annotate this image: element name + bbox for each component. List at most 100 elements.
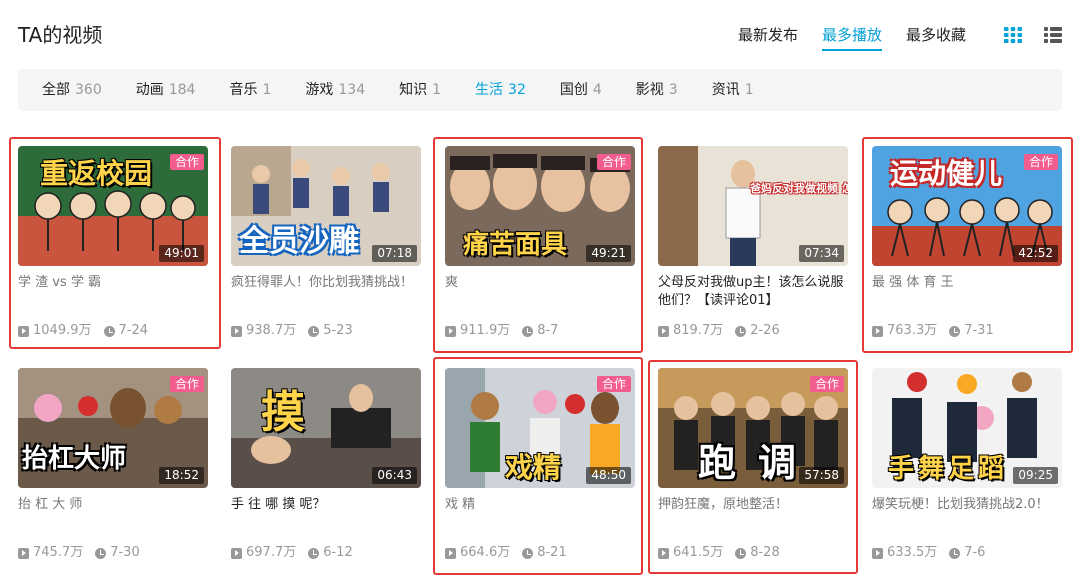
video-card[interactable]: 痛苦面具 合作 49:21 爽 911.9万 8-7 xyxy=(445,146,635,346)
clock-icon xyxy=(522,325,534,337)
tab-most-favorited[interactable]: 最多收藏 xyxy=(906,25,966,45)
video-meta: 745.7万 7-30 xyxy=(18,545,140,561)
play-count-icon xyxy=(658,547,669,559)
video-meta: 697.7万 6-12 xyxy=(231,545,353,561)
filter-count: 3 xyxy=(668,82,678,98)
video-meta: 819.7万 2-26 xyxy=(658,323,780,339)
duration-label: 48:50 xyxy=(586,467,631,484)
filter-knowledge[interactable]: 知识 1 xyxy=(399,81,441,99)
view-count: 641.5万 xyxy=(673,545,724,560)
filter-all[interactable]: 全部 360 xyxy=(42,81,102,99)
video-card[interactable]: 全员沙雕 07:18 疯狂得罪人！你比划我猜挑战！ 938.7万 5-23 xyxy=(231,146,421,346)
video-card[interactable]: 手舞足蹈 09:25 爆笑玩梗！比划我猜挑战2.0！ 633.5万 7-6 xyxy=(872,368,1062,568)
filter-name: 全部 xyxy=(42,82,70,98)
clock-icon xyxy=(949,547,961,559)
filter-news[interactable]: 资讯 1 xyxy=(712,81,754,99)
thumbnail-caption: 运动健儿 xyxy=(890,157,1003,190)
duration-label: 49:01 xyxy=(159,245,204,262)
collab-badge: 合作 xyxy=(596,376,631,392)
view-count: 633.5万 xyxy=(887,545,938,560)
duration-label: 42:52 xyxy=(1013,245,1058,262)
video-title[interactable]: 疯狂得罪人！你比划我猜挑战！ xyxy=(231,274,421,310)
video-thumbnail[interactable]: 重返校园 合作 49:01 xyxy=(18,146,208,266)
play-count-icon xyxy=(445,547,456,559)
publish-date: 7-6 xyxy=(964,545,986,560)
view-count: 938.7万 xyxy=(246,323,297,338)
publish-date: 7-31 xyxy=(964,323,994,338)
video-title[interactable]: 学 渣 vs 学 霸 xyxy=(18,274,208,310)
play-count-icon xyxy=(231,325,242,337)
filter-name: 生活 xyxy=(475,82,504,98)
play-count-icon xyxy=(658,325,669,337)
filter-name: 知识 xyxy=(399,82,428,98)
filter-name: 影视 xyxy=(635,82,664,98)
video-card[interactable]: 摸 06:43 手 往 哪 摸 呢？ 697.7万 6-12 xyxy=(231,368,421,568)
view-toggle xyxy=(1002,25,1064,45)
video-title[interactable]: 爆笑玩梗！比划我猜挑战2.0！ xyxy=(872,496,1062,532)
filter-guochuang[interactable]: 国创 4 xyxy=(560,81,602,99)
publish-date: 6-12 xyxy=(323,545,353,560)
video-meta: 1049.9万 7-24 xyxy=(18,323,148,339)
video-card[interactable]: 运动健儿 合作 42:52 最 强 体 育 王 763.3万 7-31 xyxy=(872,146,1062,346)
collab-badge: 合作 xyxy=(169,376,204,392)
duration-label: 07:18 xyxy=(372,245,417,262)
tab-most-played[interactable]: 最多播放 xyxy=(821,25,882,51)
filter-name: 游戏 xyxy=(305,82,334,98)
video-meta: 938.7万 5-23 xyxy=(231,323,353,339)
filter-music[interactable]: 音乐 1 xyxy=(229,81,271,99)
view-count: 697.7万 xyxy=(246,545,297,560)
video-title[interactable]: 手 往 哪 摸 呢？ xyxy=(231,496,421,532)
collab-badge: 合作 xyxy=(1023,154,1058,170)
video-meta: 633.5万 7-6 xyxy=(872,545,985,561)
video-card[interactable]: 重返校园 合作 49:01 学 渣 vs 学 霸 1049.9万 7-24 xyxy=(18,146,208,346)
video-thumbnail[interactable]: 抬杠大师 合作 18:52 xyxy=(18,368,208,488)
video-card[interactable]: 跑调 合作 57:58 押韵狂魔，原地整活！ 641.5万 8-28 xyxy=(658,368,848,568)
filter-film[interactable]: 影视 3 xyxy=(636,81,678,99)
duration-label: 57:58 xyxy=(799,467,844,484)
video-thumbnail[interactable]: 摸 06:43 xyxy=(231,368,421,488)
video-title[interactable]: 押韵狂魔，原地整活！ xyxy=(658,496,848,532)
video-thumbnail[interactable]: 运动健儿 合作 42:52 xyxy=(872,146,1062,266)
thumbnail-caption: 抬杠大师 xyxy=(22,444,127,474)
duration-label: 07:34 xyxy=(799,245,844,262)
clock-icon xyxy=(95,547,107,559)
video-title[interactable]: 抬 杠 大 师 xyxy=(18,496,208,532)
video-title[interactable]: 爽 xyxy=(445,274,635,310)
view-count: 911.9万 xyxy=(460,323,511,338)
play-count-icon xyxy=(18,325,29,337)
thumbnail-caption: 全员沙雕 xyxy=(239,224,359,259)
filter-life[interactable]: 生活 32 xyxy=(475,81,526,99)
grid-view-icon[interactable] xyxy=(1002,25,1024,45)
duration-label: 18:52 xyxy=(159,467,204,484)
view-count: 745.7万 xyxy=(33,545,84,560)
video-card[interactable]: 爸妈反对我做视频 怎么办！ 07:34 父母反对我做up主！该怎么说服他们？【读… xyxy=(658,146,848,346)
filter-game[interactable]: 游戏 134 xyxy=(305,81,365,99)
duration-label: 06:43 xyxy=(372,467,417,484)
duration-label: 09:25 xyxy=(1013,467,1058,484)
video-card[interactable]: 戏精 合作 48:50 戏 精 664.6万 8-21 xyxy=(445,368,635,568)
thumbnail-caption: 摸 xyxy=(261,387,305,438)
video-thumbnail[interactable]: 跑调 合作 57:58 xyxy=(658,368,848,488)
filter-count: 184 xyxy=(168,82,196,98)
video-title[interactable]: 最 强 体 育 王 xyxy=(872,274,1062,310)
video-thumbnail[interactable]: 手舞足蹈 09:25 xyxy=(872,368,1062,488)
collab-badge: 合作 xyxy=(596,154,631,170)
view-count: 763.3万 xyxy=(887,323,938,338)
filter-count: 1 xyxy=(262,82,272,98)
video-thumbnail[interactable]: 痛苦面具 合作 49:21 xyxy=(445,146,635,266)
video-thumbnail[interactable]: 戏精 合作 48:50 xyxy=(445,368,635,488)
thumbnail-caption: 爸妈反对我做视频 怎么办！ xyxy=(750,182,848,195)
clock-icon xyxy=(949,325,961,337)
tab-latest[interactable]: 最新发布 xyxy=(738,25,798,45)
filter-count: 32 xyxy=(508,82,526,98)
duration-label: 49:21 xyxy=(586,245,631,262)
list-view-icon[interactable] xyxy=(1042,25,1064,45)
filter-animation[interactable]: 动画 184 xyxy=(136,81,196,99)
video-thumbnail[interactable]: 爸妈反对我做视频 怎么办！ 07:34 xyxy=(658,146,848,266)
play-count-icon xyxy=(231,547,242,559)
video-title[interactable]: 戏 精 xyxy=(445,496,635,532)
video-thumbnail[interactable]: 全员沙雕 07:18 xyxy=(231,146,421,266)
video-title[interactable]: 父母反对我做up主！该怎么说服他们？【读评论01】 xyxy=(658,274,848,310)
video-card[interactable]: 抬杠大师 合作 18:52 抬 杠 大 师 745.7万 7-30 xyxy=(18,368,208,568)
order-tabs: 最新发布 最多播放 最多收藏 xyxy=(738,25,966,51)
